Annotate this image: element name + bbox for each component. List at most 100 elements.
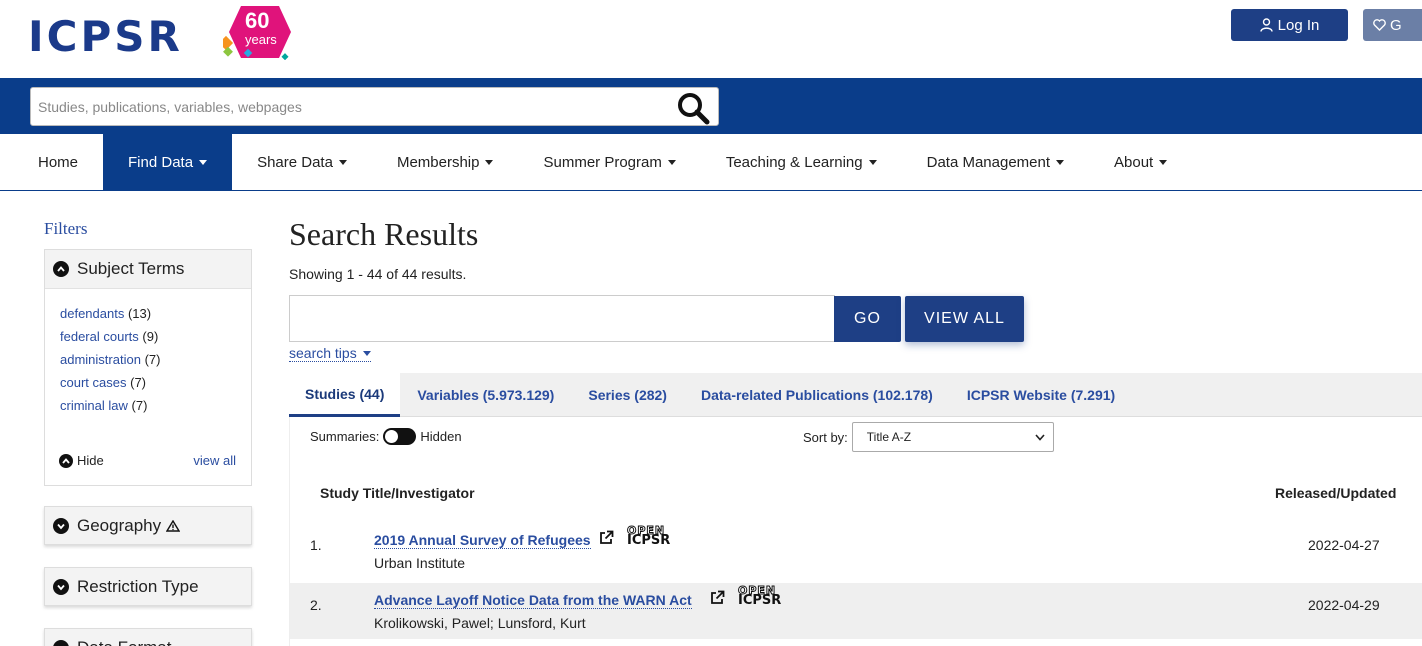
tab-data-related-publications[interactable]: Data-related Publications (102.178) — [684, 373, 950, 417]
results-search-box — [289, 295, 835, 342]
sort-by-label: Sort by: — [803, 429, 848, 445]
nav-summer-program[interactable]: Summer Program — [518, 134, 700, 190]
user-icon — [1259, 18, 1273, 32]
nav-home[interactable]: Home — [0, 134, 103, 190]
subject-terms-heading: Subject Terms — [77, 259, 185, 278]
result-tabs: Studies (44) Variables (5.973.129) Serie… — [289, 373, 1422, 417]
row-number: 2. — [310, 597, 322, 613]
caret-down-icon — [362, 350, 371, 356]
external-link-icon[interactable] — [599, 530, 614, 545]
chevron-up-icon — [53, 261, 69, 277]
subject-term-link[interactable]: criminal law — [60, 398, 128, 413]
nav-data-management-label: Data Management — [926, 153, 1051, 171]
search-tips-label: search tips — [289, 345, 357, 361]
badge-label: years — [245, 32, 277, 47]
column-header-title: Study Title/Investigator — [320, 485, 475, 501]
go-button[interactable]: GO — [834, 296, 901, 342]
caret-down-icon — [1056, 159, 1065, 165]
study-title-link[interactable]: Advance Layoff Notice Data from the WARN… — [374, 592, 692, 609]
icpsr-logo[interactable]: ICPSR 60 years — [28, 4, 293, 61]
term-count: (7) — [144, 352, 161, 367]
hide-label: Hide — [77, 453, 104, 468]
subject-terms-panel: Subject Terms defendants (13) federal co… — [44, 249, 252, 486]
caret-down-icon — [199, 159, 208, 165]
give-label: G — [1390, 16, 1402, 34]
nav-share-data[interactable]: Share Data — [232, 134, 372, 190]
external-link-icon[interactable] — [710, 590, 725, 605]
open-badge-bottom: ICPSR — [738, 593, 782, 608]
view-all-button[interactable]: VIEW ALL — [905, 296, 1024, 342]
geography-header[interactable]: Geography — [44, 506, 252, 545]
page-title: Search Results — [289, 216, 479, 252]
restriction-type-panel: Restriction Type — [44, 567, 252, 608]
tab-series[interactable]: Series (282) — [571, 373, 684, 417]
term-count: (7) — [130, 375, 146, 390]
open-icpsr-badge: OPEN ICPSR — [737, 585, 782, 608]
subject-term-link[interactable]: federal courts — [60, 329, 139, 344]
caret-down-icon — [338, 159, 347, 165]
geography-heading: Geography — [77, 515, 162, 535]
nav-summer-program-label: Summer Program — [543, 153, 662, 171]
subject-term-link[interactable]: court cases — [60, 375, 126, 390]
subject-term-link[interactable]: defendants — [60, 306, 124, 321]
site-search-input[interactable] — [31, 88, 651, 125]
list-item: criminal law (7) — [60, 398, 251, 421]
site-search-band — [0, 78, 1422, 134]
sort-select[interactable]: Title A-Z — [851, 422, 1054, 452]
hide-button[interactable]: Hide — [59, 453, 104, 468]
summaries-control: Summaries: Hidden — [310, 428, 462, 445]
site-search-box — [30, 87, 719, 126]
caret-down-icon — [868, 159, 877, 165]
data-format-header[interactable]: Data Format — [44, 628, 252, 646]
list-item: federal courts (9) — [60, 329, 251, 352]
summaries-state: Hidden — [420, 429, 462, 444]
results-table: Study Title/Investigator Released/Update… — [289, 465, 1422, 646]
released-date: 2022-04-27 — [1308, 537, 1380, 553]
sort-value: Title A-Z — [866, 430, 912, 444]
nav-teaching-learning-label: Teaching & Learning — [725, 153, 863, 171]
nav-about[interactable]: About — [1089, 134, 1192, 190]
study-title-link[interactable]: 2019 Annual Survey of Refugees — [374, 532, 591, 549]
subject-term-link[interactable]: administration — [60, 352, 141, 367]
tab-variables[interactable]: Variables (5.973.129) — [400, 373, 571, 417]
data-format-panel: Data Format — [44, 628, 252, 646]
summaries-toggle[interactable] — [383, 428, 417, 445]
logo-wordmark: ICPSR — [28, 12, 183, 61]
nav-find-data-label: Find Data — [128, 153, 194, 171]
search-icon[interactable] — [676, 91, 710, 125]
restriction-type-header[interactable]: Restriction Type — [44, 567, 252, 606]
nav-membership[interactable]: Membership — [372, 134, 519, 190]
view-all-terms-link[interactable]: view all — [193, 453, 236, 468]
row-number: 1. — [310, 537, 322, 553]
results-toolbar: Summaries: Hidden Sort by: Title A-Z — [289, 417, 1422, 465]
filters-title: Filters — [44, 219, 88, 238]
investigator: Urban Institute — [374, 555, 466, 571]
results-count: Showing 1 - 44 of 44 results. — [289, 266, 467, 282]
chevron-down-icon — [53, 578, 69, 595]
list-item: defendants (13) — [60, 306, 251, 329]
open-icpsr-badge: OPEN ICPSR — [626, 525, 671, 548]
results-search-input[interactable] — [290, 296, 835, 341]
open-badge-bottom: ICPSR — [627, 533, 671, 548]
list-item: administration (7) — [60, 352, 251, 375]
subject-terms-header[interactable]: Subject Terms — [45, 250, 251, 289]
restriction-type-heading: Restriction Type — [77, 576, 199, 596]
nav-data-management[interactable]: Data Management — [902, 134, 1089, 190]
nav-teaching-learning[interactable]: Teaching & Learning — [701, 134, 902, 190]
tab-icpsr-website[interactable]: ICPSR Website (7.291) — [950, 373, 1132, 417]
caret-down-icon — [667, 159, 676, 165]
released-date: 2022-04-29 — [1308, 597, 1380, 613]
subject-term-list: defendants (13) federal courts (9) admin… — [45, 289, 251, 421]
give-button[interactable]: G — [1363, 9, 1422, 41]
sixty-years-badge: 60 years — [223, 6, 291, 60]
login-label: Log In — [1277, 16, 1320, 34]
tab-studies[interactable]: Studies (44) — [289, 373, 401, 417]
nav-find-data[interactable]: Find Data — [103, 134, 233, 190]
search-tips-link[interactable]: search tips — [289, 345, 371, 362]
login-button[interactable]: Log In — [1231, 9, 1348, 41]
column-header-released: Released/Updated — [1275, 485, 1397, 501]
sort-control: Sort by: Title A-Z — [803, 422, 1054, 452]
nav-membership-label: Membership — [396, 153, 480, 171]
nav-home-label: Home — [38, 153, 79, 171]
term-count: (13) — [127, 306, 152, 321]
